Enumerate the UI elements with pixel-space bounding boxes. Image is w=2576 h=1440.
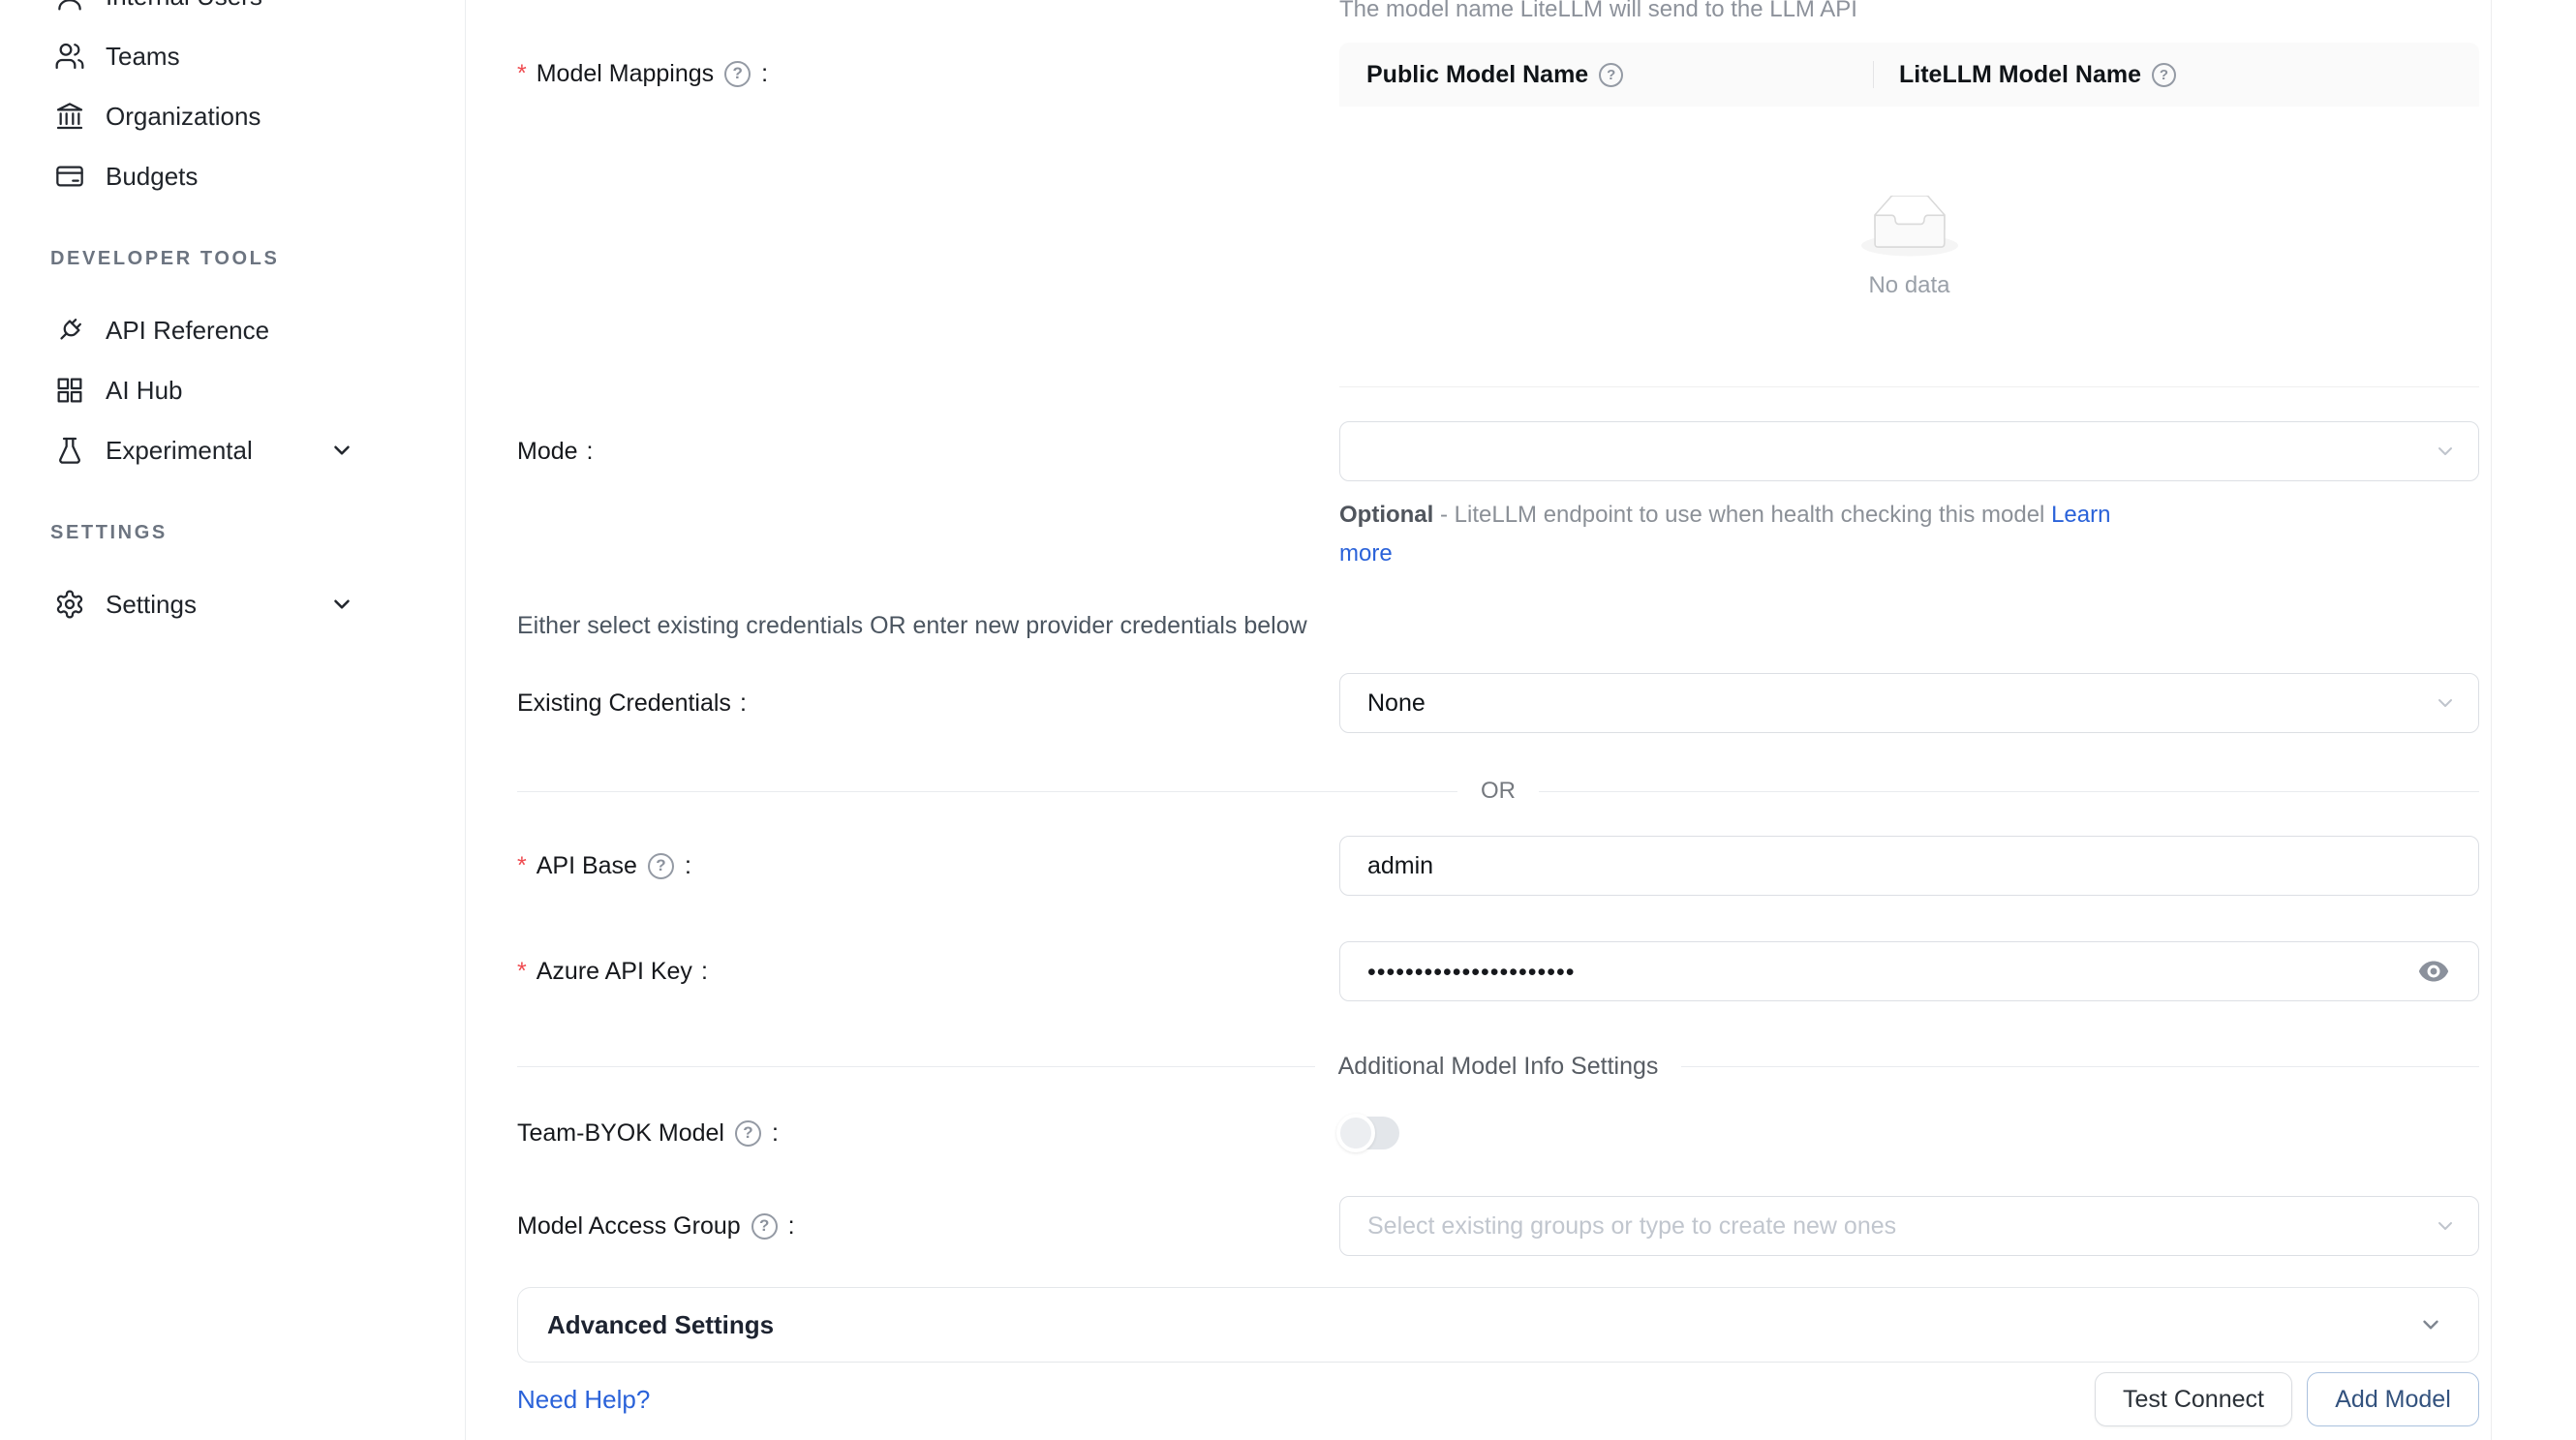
existing-credentials-select[interactable]: None <box>1339 673 2479 733</box>
select-placeholder: Select existing groups or type to create… <box>1367 1212 1896 1241</box>
sidebar-item-settings[interactable]: Settings <box>53 581 445 628</box>
help-question-icon[interactable]: ? <box>751 1213 778 1240</box>
sidebar-item-label: AI Hub <box>106 376 183 406</box>
gear-icon <box>53 588 86 621</box>
model-name-help-text: The model name LiteLLM will send to the … <box>1339 0 1857 23</box>
input-value: admin <box>1367 852 1433 880</box>
sidebar-item-label: Experimental <box>106 436 253 466</box>
sidebar-item-label: Budgets <box>106 162 198 192</box>
model-access-group-select[interactable]: Select existing groups or type to create… <box>1339 1196 2479 1256</box>
chevron-down-icon <box>2434 1214 2457 1238</box>
mode-select[interactable] <box>1339 421 2479 481</box>
sidebar: Internal Users Teams Organizations Budge… <box>0 0 466 1440</box>
masked-password-value: •••••••••••••••••••••• <box>1367 959 1576 987</box>
api-base-input[interactable]: admin <box>1339 836 2479 896</box>
column-header-litellm-model-name: LiteLLM Model Name ? <box>1874 61 2178 89</box>
eye-icon[interactable] <box>2414 952 2453 991</box>
model-mappings-table: Public Model Name ? LiteLLM Model Name ? <box>1339 43 2479 387</box>
chevron-down-icon <box>2434 691 2457 715</box>
sidebar-item-experimental[interactable]: Experimental <box>53 427 445 474</box>
chevron-down-icon <box>2434 440 2457 463</box>
advanced-settings-panel[interactable]: Advanced Settings <box>517 1287 2479 1363</box>
no-data-text: No data <box>1868 272 1949 299</box>
toggle-knob <box>1336 1114 1375 1152</box>
sidebar-item-label: API Reference <box>106 316 269 346</box>
sidebar-item-internal-users[interactable]: Internal Users <box>53 0 445 19</box>
grid-icon <box>53 374 86 407</box>
sidebar-item-budgets[interactable]: Budgets <box>53 153 445 199</box>
sidebar-item-label: Internal Users <box>106 0 262 12</box>
test-connect-button[interactable]: Test Connect <box>2095 1372 2292 1426</box>
azure-api-key-label: * Azure API Key : <box>517 950 708 993</box>
sidebar-item-label: Settings <box>106 590 197 620</box>
flask-icon <box>53 434 86 467</box>
mode-label: Mode : <box>517 430 594 473</box>
selected-value: None <box>1367 689 1426 718</box>
existing-credentials-label: Existing Credentials : <box>517 682 747 724</box>
column-header-public-model-name: Public Model Name ? <box>1339 61 1874 89</box>
help-question-icon[interactable]: ? <box>648 853 674 879</box>
azure-api-key-input[interactable]: •••••••••••••••••••••• <box>1339 941 2479 1001</box>
sidebar-section-settings: SETTINGS <box>50 518 168 547</box>
sidebar-item-label: Teams <box>106 42 180 72</box>
footer-actions: Test Connect Add Model <box>517 1372 2479 1426</box>
sidebar-item-organizations[interactable]: Organizations <box>53 93 445 139</box>
plug-icon <box>53 314 86 347</box>
required-mark: * <box>517 958 527 986</box>
main-content: The model name LiteLLM will send to the … <box>466 0 2576 1440</box>
sidebar-section-developer-tools: DEVELOPER TOOLS <box>50 244 279 273</box>
team-byok-label: Team-BYOK Model ? : <box>517 1112 779 1154</box>
content-card-right-edge <box>2491 0 2492 1440</box>
sidebar-item-api-reference[interactable]: API Reference <box>53 307 445 353</box>
sidebar-item-ai-hub[interactable]: AI Hub <box>53 367 445 414</box>
or-divider: OR <box>517 775 2479 808</box>
model-access-group-label: Model Access Group ? : <box>517 1205 795 1247</box>
advanced-settings-title: Advanced Settings <box>547 1310 774 1340</box>
users-icon <box>53 40 86 73</box>
add-model-button[interactable]: Add Model <box>2307 1372 2479 1426</box>
chevron-down-icon[interactable] <box>329 592 354 617</box>
sidebar-item-label: Organizations <box>106 102 261 132</box>
credit-card-icon <box>53 160 86 193</box>
credentials-note: Either select existing credentials OR en… <box>517 612 1307 640</box>
required-mark: * <box>517 60 527 88</box>
table-empty-state: No data <box>1339 107 2479 387</box>
model-mappings-label: * Model Mappings ? : <box>517 52 768 95</box>
chevron-down-icon[interactable] <box>329 438 354 463</box>
chevron-down-icon <box>2418 1312 2443 1337</box>
mode-extra-note: Optional - LiteLLM endpoint to use when … <box>1339 496 2133 573</box>
sidebar-item-teams[interactable]: Teams <box>53 33 445 79</box>
table-header-row: Public Model Name ? LiteLLM Model Name ? <box>1339 43 2479 107</box>
empty-box-icon <box>1861 196 1958 262</box>
help-question-icon[interactable]: ? <box>1599 63 1623 87</box>
required-mark: * <box>517 852 527 880</box>
bank-icon <box>53 100 86 133</box>
team-byok-toggle[interactable] <box>1339 1117 1399 1149</box>
help-question-icon[interactable]: ? <box>2152 63 2176 87</box>
column-divider <box>1873 61 1874 88</box>
api-base-label: * API Base ? : <box>517 844 691 887</box>
help-question-icon[interactable]: ? <box>735 1120 761 1147</box>
add-model-page: Internal Users Teams Organizations Budge… <box>0 0 2576 1440</box>
user-icon <box>53 0 86 13</box>
additional-info-divider: Additional Model Info Settings <box>517 1050 2479 1083</box>
help-question-icon[interactable]: ? <box>724 61 751 87</box>
